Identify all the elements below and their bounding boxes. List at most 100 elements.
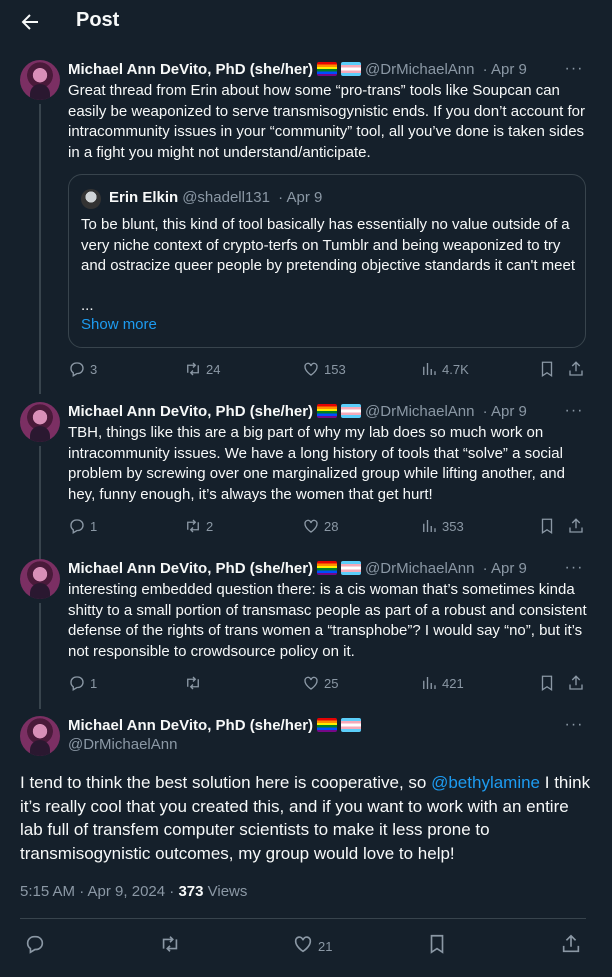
top-bar: Post	[0, 0, 612, 44]
tweet-header: Michael Ann DeVito, PhD (she/her) @DrMich…	[68, 560, 527, 577]
share-button[interactable]	[567, 674, 585, 694]
reply-icon	[70, 676, 84, 691]
share-icon	[569, 361, 583, 376]
action-bar: 3 24 153 4.7K	[68, 360, 588, 380]
bookmark-button[interactable]	[538, 360, 556, 380]
share-icon	[569, 518, 583, 533]
quoted-tweet[interactable]: Erin Elkin @shadell131 · Apr 9 To be blun…	[68, 174, 586, 348]
pride-flag-icon	[317, 404, 338, 418]
bookmark-button[interactable]	[538, 517, 556, 537]
trans-flag-icon	[341, 718, 362, 732]
views-label: Views	[203, 883, 248, 900]
more-icon[interactable]: ···	[564, 61, 584, 82]
like-button[interactable]: 153	[302, 360, 346, 380]
tweet-date[interactable]: Apr 9	[491, 61, 527, 78]
trans-flag-icon	[341, 62, 362, 76]
reply-icon	[26, 935, 44, 954]
author-name[interactable]: Michael Ann DeVito, PhD (she/her)	[68, 560, 313, 577]
tweet-text: I tend to think the best solution here i…	[20, 771, 592, 865]
views-icon	[423, 677, 436, 689]
share-button[interactable]	[567, 360, 585, 380]
back-arrow-icon[interactable]	[18, 10, 42, 34]
author-name[interactable]: Michael Ann DeVito, PhD (she/her)	[68, 61, 313, 78]
repost-button[interactable]	[184, 674, 202, 694]
repost-button[interactable]: 2	[184, 517, 213, 537]
avatar[interactable]	[20, 402, 60, 442]
action-bar: 1 25 421	[68, 674, 588, 694]
repost-icon	[187, 519, 199, 533]
avatar[interactable]	[20, 60, 60, 100]
reply-button[interactable]: 3	[68, 360, 97, 380]
reply-button[interactable]: 1	[68, 517, 97, 537]
pride-flag-icon	[317, 718, 338, 732]
repost-button[interactable]: 24	[184, 360, 220, 380]
repost-icon	[162, 936, 178, 952]
like-button[interactable]: 25	[302, 674, 338, 694]
bookmark-icon	[541, 361, 553, 378]
quote-text: To be blunt, this kind of tool basically…	[81, 216, 576, 274]
pride-flag-icon	[317, 561, 338, 575]
tweet-text: Great thread from Erin about how some “p…	[68, 82, 585, 161]
author-name[interactable]: Michael Ann DeVito, PhD (she/her)	[68, 717, 313, 734]
action-bar: 21	[20, 933, 592, 957]
tweet[interactable]: Michael Ann DeVito, PhD (she/her) @DrMich…	[0, 402, 612, 560]
author-handle[interactable]: @DrMichaelAnn	[68, 736, 177, 753]
thread-line	[39, 446, 41, 560]
reply-icon	[70, 362, 84, 377]
share-button[interactable]	[567, 517, 585, 537]
thread-line	[39, 104, 41, 394]
tweet[interactable]: Michael Ann DeVito, PhD (she/her) @DrMich…	[0, 559, 612, 709]
more-icon[interactable]: ···	[564, 403, 584, 424]
views-button[interactable]: 421	[420, 674, 464, 694]
action-bar: 1 2 28 353	[68, 517, 588, 537]
timestamp[interactable]: 5:15 AM · Apr 9, 2024 ·	[20, 883, 178, 900]
views-icon	[423, 520, 436, 532]
tweet-meta: 5:15 AM · Apr 9, 2024 · 373 Views	[20, 883, 247, 900]
reply-icon	[70, 519, 84, 534]
tweet-text: interesting embedded question there: is …	[68, 581, 587, 660]
bookmark-icon	[430, 934, 444, 954]
thread-line	[39, 603, 41, 709]
like-button[interactable]: 28	[302, 517, 338, 537]
author-handle[interactable]: @DrMichaelAnn	[365, 61, 474, 78]
tweet-date[interactable]: Apr 9	[491, 403, 527, 420]
tweet-header: Michael Ann DeVito, PhD (she/her) @DrMich…	[68, 61, 527, 78]
tweet-text: TBH, things like this are a big part of …	[68, 424, 565, 503]
tweet-header: Michael Ann DeVito, PhD (she/her) @DrMich…	[68, 403, 527, 420]
quote-ellipsis: ...	[81, 297, 94, 314]
avatar[interactable]	[20, 716, 60, 756]
views-count: 373	[178, 883, 204, 900]
share-icon	[562, 934, 580, 953]
more-icon[interactable]: ···	[564, 560, 584, 581]
tweet[interactable]: Michael Ann DeVito, PhD (she/her) @DrMich…	[0, 60, 612, 394]
mention-link[interactable]: @bethylamine	[431, 773, 540, 792]
more-icon[interactable]: ···	[564, 717, 584, 738]
bookmark-button[interactable]	[538, 674, 556, 694]
views-icon	[423, 363, 436, 375]
author-name[interactable]: Michael Ann DeVito, PhD (she/her)	[68, 403, 313, 420]
quote-author-name: Erin Elkin	[109, 189, 179, 206]
pride-flag-icon	[317, 62, 338, 76]
repost-icon	[187, 362, 199, 376]
bookmark-button[interactable]	[426, 933, 448, 954]
bookmark-icon	[541, 518, 553, 535]
reply-button[interactable]: 1	[68, 674, 97, 694]
tweet-date[interactable]: Apr 9	[491, 560, 527, 577]
share-icon	[569, 675, 583, 690]
reply-button[interactable]	[24, 933, 46, 954]
share-button[interactable]	[560, 933, 582, 953]
like-button[interactable]: 21	[292, 933, 332, 954]
views-button[interactable]: 4.7K	[420, 360, 469, 380]
like-icon	[304, 362, 318, 376]
author-handle[interactable]: @DrMichaelAnn	[365, 560, 474, 577]
avatar[interactable]	[20, 559, 60, 599]
like-icon	[304, 676, 318, 690]
author-handle[interactable]: @DrMichaelAnn	[365, 403, 474, 420]
text-part: I tend to think the best solution here i…	[20, 773, 432, 792]
repost-button[interactable]	[159, 933, 181, 953]
show-more-link[interactable]: Show more	[81, 316, 157, 333]
repost-icon	[187, 676, 199, 690]
like-icon	[294, 936, 312, 953]
quote-author-handle: @shadell131	[182, 189, 270, 206]
views-button[interactable]: 353	[420, 517, 464, 537]
